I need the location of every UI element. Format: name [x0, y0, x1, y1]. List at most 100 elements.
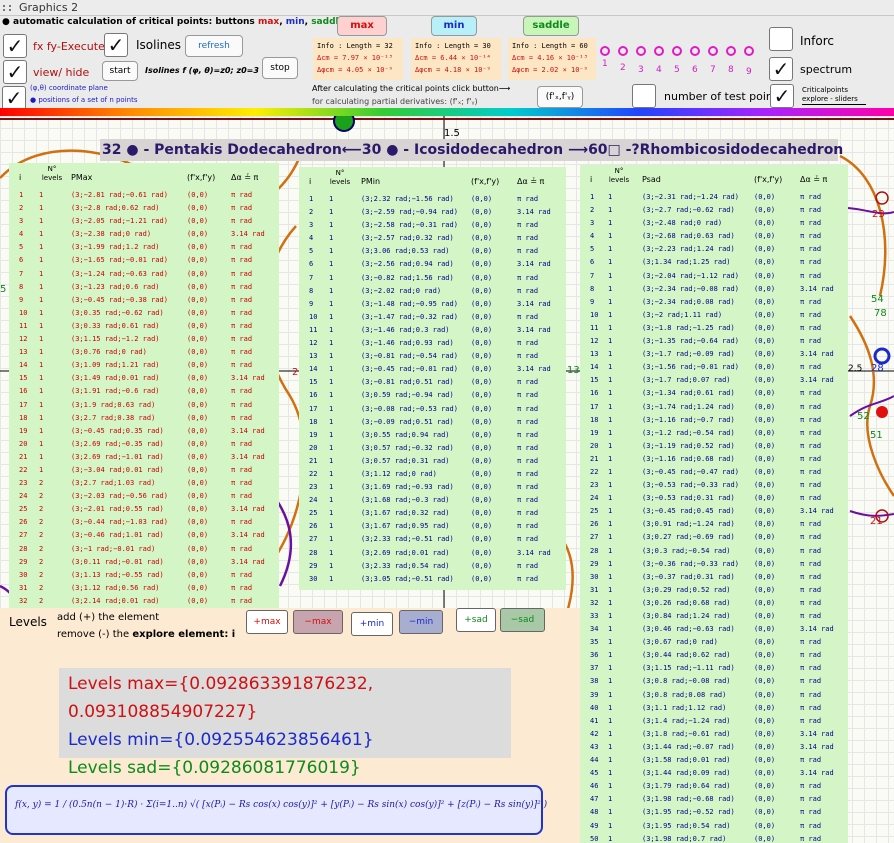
row-index: 40	[590, 703, 599, 712]
row-index: 24	[19, 492, 28, 501]
min-button[interactable]: min	[431, 16, 477, 36]
row-point: (3;−0.37 rad;0.31 rad)	[642, 572, 735, 581]
row-angle: 3.14 rad	[800, 284, 834, 293]
row-angle: 3.14 rad	[231, 230, 265, 239]
row-index: 13	[19, 348, 28, 357]
top-boundary-line	[0, 118, 894, 120]
window-titlebar: Graphics 2	[0, 0, 894, 16]
row-angle: π rad	[517, 443, 539, 452]
row-level: 1	[329, 469, 334, 478]
table-row: 19 1 (3;−1.2 rad;−0.54 rad) (0,0) π rad	[580, 429, 848, 442]
row-derivative: (0,0)	[471, 456, 493, 465]
row-angle: π rad	[800, 520, 822, 529]
row-derivative: (0,0)	[754, 481, 776, 490]
point-5-circle[interactable]	[672, 46, 682, 56]
point-label: 5	[0, 284, 7, 295]
row-derivative: (0,0)	[471, 339, 493, 348]
row-index: 13	[590, 350, 599, 359]
row-index: 4	[590, 232, 595, 241]
row-angle: π rad	[517, 352, 539, 361]
point-2-circle[interactable]	[618, 46, 628, 56]
table-row: 3 1 (3;−2.48 rad;0 rad) (0,0) π rad	[580, 219, 848, 232]
remove-min-button[interactable]: −min	[399, 610, 443, 634]
row-level: 1	[39, 282, 44, 291]
point-label: 9	[746, 67, 752, 77]
row-derivative: (0,0)	[187, 479, 209, 488]
row-point: (3;2.7 rad;0.38 rad)	[71, 413, 156, 422]
row-derivative: (0,0)	[754, 467, 776, 476]
table-row: 38 1 (3;0.8 rad;−0.08 rad) (0,0) π rad	[580, 677, 848, 690]
row-index: 5	[309, 247, 314, 256]
point-8-circle[interactable]	[726, 46, 736, 56]
row-point: (3;1.98 rad;0.7 rad)	[642, 834, 727, 843]
saddle-button[interactable]: saddle	[523, 16, 579, 36]
inforc-checkbox[interactable]	[769, 27, 793, 51]
saddle-point-marker[interactable]	[333, 116, 355, 132]
add-min-button[interactable]: +min	[351, 612, 393, 636]
number-test-points-checkbox[interactable]	[632, 84, 656, 108]
stop-button[interactable]: stop	[262, 57, 298, 79]
row-level: 1	[39, 230, 44, 239]
row-angle: π rad	[517, 483, 539, 492]
row-level: 1	[329, 548, 334, 557]
row-level: 1	[329, 417, 334, 426]
min-point-marker[interactable]	[873, 347, 891, 365]
table-row: 16 1 (3;0.59 rad;−0.94 rad) (0,0) π rad	[299, 391, 566, 404]
max-button[interactable]: max	[337, 16, 387, 36]
row-angle: π rad	[231, 400, 253, 409]
row-angle: π rad	[800, 441, 822, 450]
view-hide-label: view/ hide	[33, 66, 90, 79]
partial-derivatives-button[interactable]: (f'ₓ,f'ᵧ)	[537, 86, 583, 108]
test-point-marker[interactable]	[875, 191, 889, 205]
max-point-marker[interactable]	[876, 406, 888, 418]
row-derivative: (0,0)	[187, 492, 209, 501]
table-row: 29 1 (3;2.33 rad;0.54 rad) (0,0) π rad	[299, 562, 566, 575]
row-index: 9	[19, 295, 24, 304]
point-6-circle[interactable]	[690, 46, 700, 56]
row-index: 30	[19, 570, 28, 579]
row-index: 30	[309, 574, 318, 583]
table-row: 12 1 (3;1.15 rad;−1.2 rad) (0,0) π rad	[9, 335, 279, 348]
isolines-checkbox[interactable]: ✓	[104, 33, 128, 57]
row-level: 1	[608, 546, 613, 555]
row-derivative: (0,0)	[754, 363, 776, 372]
row-angle: 3.14 rad	[231, 531, 265, 540]
add-max-button[interactable]: +max	[246, 610, 288, 634]
row-point: (3;1.58 rad;0.01 rad)	[642, 756, 731, 765]
point-4-circle[interactable]	[654, 46, 664, 56]
point-9-circle[interactable]	[744, 46, 754, 56]
row-level: 1	[608, 206, 613, 215]
row-point: (3;−1.99 rad;1.2 rad)	[71, 243, 160, 252]
row-point: (3;−1.8 rad;−1.25 rad)	[642, 323, 735, 332]
remove-max-button[interactable]: −max	[293, 610, 343, 634]
remove-saddle-button[interactable]: −sad	[500, 608, 545, 632]
table-row: 9 1 (3;−0.45 rad;−0.38 rad) (0,0) π rad	[9, 296, 279, 309]
spectrum-checkbox[interactable]: ✓	[769, 57, 793, 81]
drag-handle-icon[interactable]	[3, 5, 11, 11]
view-hide-checkbox[interactable]: ✓	[3, 60, 27, 84]
add-saddle-button[interactable]: +sad	[456, 608, 496, 632]
row-derivative: (0,0)	[187, 374, 209, 383]
row-index: 19	[590, 428, 599, 437]
row-angle: π rad	[800, 533, 822, 542]
row-point: (3;−1.56 rad;−0.01 rad)	[642, 363, 739, 372]
row-angle: 3.14 rad	[517, 548, 551, 557]
row-angle: π rad	[800, 612, 822, 620]
start-button[interactable]: start	[102, 61, 138, 81]
table-row: 6 1 (3;1.34 rad;1.25 rad) (0,0) π rad	[580, 258, 848, 271]
point-1-circle[interactable]	[600, 46, 610, 56]
table-row: 29 1 (3;−0.36 rad;−0.33 rad) (0,0) π rad	[580, 560, 848, 573]
row-point: (3;0.8 rad;−0.08 rad)	[642, 677, 731, 686]
refresh-button[interactable]: refresh	[185, 35, 243, 57]
row-point: (3;0.91 rad;−1.24 rad)	[642, 520, 735, 529]
fxfy-execute-checkbox[interactable]: ✓	[3, 34, 27, 58]
coord-plane-checkbox[interactable]: ✓	[2, 86, 26, 110]
point-3-circle[interactable]	[636, 46, 646, 56]
critical-explore-checkbox[interactable]: ✓	[770, 84, 794, 108]
row-angle: 3.14 rad	[231, 452, 265, 461]
row-level: 1	[608, 598, 613, 607]
levels-max-text: Levels max={0.092863391876232, 0.0931088…	[68, 674, 374, 722]
point-7-circle[interactable]	[708, 46, 718, 56]
row-point: (3;−2.03 rad;−0.56 rad)	[71, 492, 168, 501]
table-body: 1 1 (3;−2.31 rad;−1.24 rad) (0,0) π rad 2 1 (3;…	[580, 193, 848, 843]
